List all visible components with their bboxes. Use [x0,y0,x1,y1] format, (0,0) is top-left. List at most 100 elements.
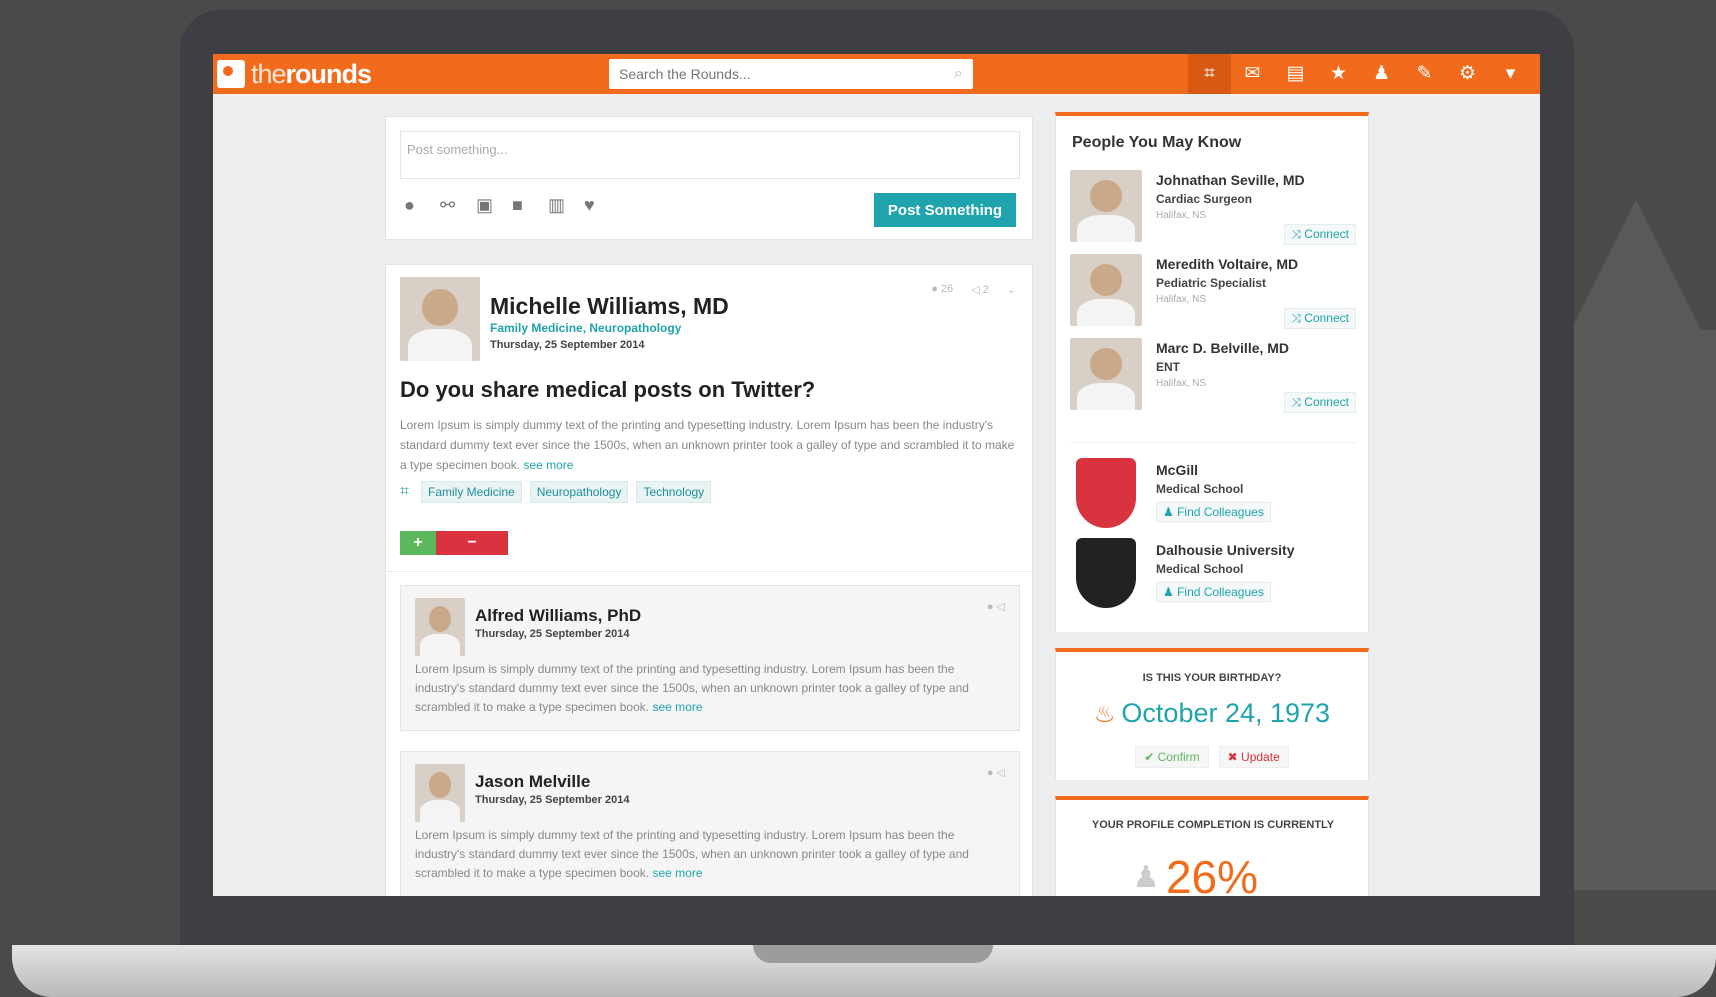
laptop-notch [753,945,993,963]
dalhousie-crest-icon[interactable] [1076,538,1136,608]
profile-percent: 26% [1165,851,1259,896]
caret-down-icon[interactable]: ▾ [1489,54,1532,94]
search-icon[interactable]: ⌕ [954,65,963,83]
avatar[interactable] [400,277,480,361]
downvote-button[interactable]: − [436,531,508,555]
search-box: ⌕ [609,59,973,89]
divider [386,571,1032,572]
school-card: McGill Medical School ♟ Find Colleagues [1070,458,1360,534]
logo[interactable]: therounds [217,54,372,94]
person-card: Marc D. Belville, MD ENT Halifax, NS ⤨ C… [1070,338,1360,416]
profile-question: YOUR PROFILE COMPLETION IS CURRENTLY [1091,819,1335,831]
school-name[interactable]: McGill [1156,462,1198,478]
user-icon[interactable]: ♟ [1360,54,1403,94]
post-meta: ● 26 ◁ 2 ⌄ [931,283,1016,296]
tag-icon: ⌗ [400,483,410,500]
avatar[interactable] [415,598,465,656]
post-author[interactable]: Michelle Williams, MD [490,293,729,320]
birthday-question: IS THIS YOUR BIRTHDAY? [1142,672,1282,684]
person-role: Cardiac Surgeon [1156,192,1253,206]
school-sub: Medical School [1156,482,1244,496]
panel-title: People You May Know [1072,134,1242,151]
birthday-date: ♨ October 24, 1973 [1056,698,1368,729]
avatar[interactable] [1070,338,1142,410]
person-name[interactable]: Marc D. Belville, MD [1156,340,1289,356]
person-location: Halifax, NS [1156,294,1207,305]
tag-family-medicine[interactable]: Family Medicine [421,481,522,503]
mcgill-crest-icon[interactable] [1076,458,1136,528]
search-input[interactable] [619,66,955,82]
connect-button[interactable]: ⤨ Connect [1284,392,1356,413]
video-icon[interactable]: ■ [512,195,534,216]
cake-icon: ♨ [1093,701,1116,728]
heart-icon[interactable]: ♥ [584,195,606,216]
upvote-button[interactable]: + [400,531,436,555]
chart-icon[interactable]: ▥ [548,195,570,216]
tag-icon[interactable]: ⌗ [1188,54,1231,94]
comment: Jason Melville Thursday, 25 September 20… [400,751,1020,896]
views-count: ● 26 [931,283,954,295]
find-colleagues-button[interactable]: ♟ Find Colleagues [1156,502,1271,522]
post-date: Thursday, 25 September 2014 [490,339,645,351]
post-composer: Post something... ● ⚯ ▣ ■ ▥ ♥ Post Somet… [385,116,1033,240]
person-name[interactable]: Johnathan Seville, MD [1156,172,1305,188]
avatar[interactable] [415,764,465,822]
birthday-actions: ✔ Confirm ✖ Update [1056,746,1368,768]
comment-date: Thursday, 25 September 2014 [475,628,630,640]
feed-post: Michelle Williams, MD Family Medicine, N… [385,264,1033,896]
chat-icon[interactable]: ✉ [1231,54,1274,94]
vote-bar: + − [400,531,508,555]
profile-completion-panel: YOUR PROFILE COMPLETION IS CURRENTLY ♟ 2… [1055,796,1369,896]
update-button[interactable]: ✖ Update [1218,746,1289,768]
see-more-link[interactable]: see more [652,700,702,714]
top-icons: ⌗ ✉ ▤ ★ ♟ ✎ ⚙ ▾ [1188,54,1532,94]
tag-technology[interactable]: Technology [636,481,712,503]
paperclip-icon[interactable]: ✎ [1403,54,1446,94]
post-tags: ⌗ Family Medicine Neuropathology Technol… [400,481,712,503]
star-icon[interactable]: ★ [1317,54,1360,94]
connect-button[interactable]: ⤨ Connect [1284,224,1356,245]
post-body: Lorem Ipsum is simply dummy text of the … [400,415,1020,475]
comment-meta[interactable]: ● ◁ [987,600,1005,613]
post-specialty[interactable]: Family Medicine, Neuropathology [490,321,681,335]
see-more-link[interactable]: see more [523,458,573,472]
find-colleagues-button[interactable]: ♟ Find Colleagues [1156,582,1271,602]
avatar[interactable] [1070,170,1142,242]
confirm-button[interactable]: ✔ Confirm [1135,746,1209,768]
comment-meta[interactable]: ● ◁ [987,766,1005,779]
app-screen: therounds ⌕ ⌗ ✉ ▤ ★ ♟ ✎ ⚙ ▾ Post somethi… [213,54,1540,896]
gear-icon[interactable]: ⚙ [1446,54,1489,94]
see-more-link[interactable]: see more [652,866,702,880]
connect-button[interactable]: ⤨ Connect [1284,308,1356,329]
post-title[interactable]: Do you share medical posts on Twitter? [400,377,815,403]
avatar[interactable] [1070,254,1142,326]
tag-neuropathology[interactable]: Neuropathology [529,481,629,503]
post-something-button[interactable]: Post Something [874,193,1016,227]
person-role: Pediatric Specialist [1156,276,1267,290]
person-role: ENT [1156,360,1180,374]
mail-icon[interactable]: ▤ [1274,54,1317,94]
logo-light: the [251,58,287,89]
comment-body: Lorem Ipsum is simply dummy text of the … [415,660,1007,717]
school-name[interactable]: Dalhousie University [1156,542,1295,558]
divider [1070,442,1356,443]
image-icon[interactable]: ▣ [476,195,498,216]
person-location: Halifax, NS [1156,378,1207,389]
comment-author[interactable]: Alfred Williams, PhD [475,606,641,626]
comment-date: Thursday, 25 September 2014 [475,794,630,806]
user-icon: ♟ [1163,585,1178,599]
post-input[interactable]: Post something... [400,131,1020,179]
logo-text: therounds [251,58,372,90]
people-you-may-know-panel: People You May Know Johnathan Seville, M… [1055,112,1369,632]
comment-author[interactable]: Jason Melville [475,772,590,792]
shares-count[interactable]: ◁ 2 [971,283,989,296]
school-card: Dalhousie University Medical School ♟ Fi… [1070,538,1360,614]
comment-body: Lorem Ipsum is simply dummy text of the … [415,826,1007,883]
post-body-text: Lorem Ipsum is simply dummy text of the … [400,418,1015,472]
user-icon: ♟ [1163,505,1178,519]
link-icon[interactable]: ⚯ [440,195,462,216]
birthday-date-text: October 24, 1973 [1121,698,1331,728]
comment-icon[interactable]: ● [404,195,426,216]
person-name[interactable]: Meredith Voltaire, MD [1156,256,1298,272]
more-icon[interactable]: ⌄ [1007,283,1016,296]
